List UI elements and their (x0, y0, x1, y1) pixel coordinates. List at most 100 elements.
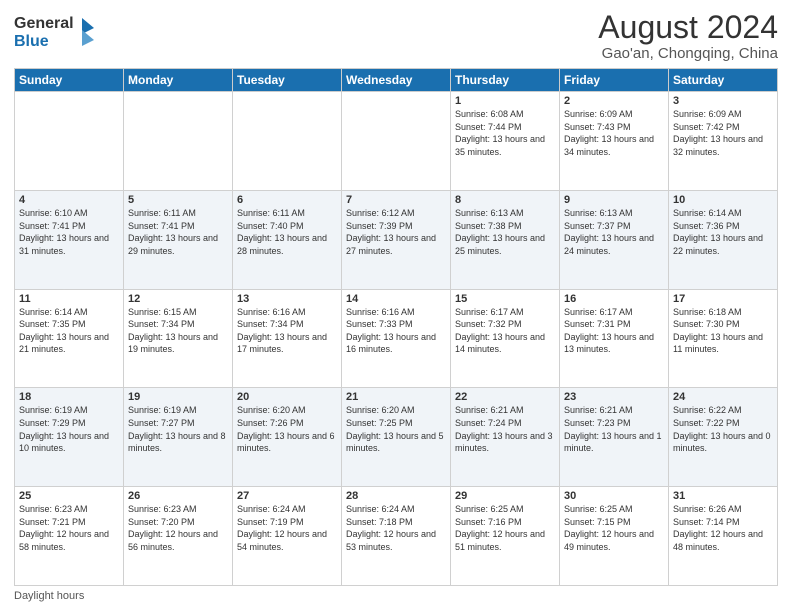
calendar-cell: 25Sunrise: 6:23 AMSunset: 7:21 PMDayligh… (15, 487, 124, 586)
calendar-cell: 6Sunrise: 6:11 AMSunset: 7:40 PMDaylight… (233, 190, 342, 289)
day-number: 9 (564, 194, 664, 206)
logo-area: GeneralBlue (14, 10, 104, 52)
day-number: 31 (673, 490, 773, 502)
day-number: 22 (455, 391, 555, 403)
calendar-cell: 30Sunrise: 6:25 AMSunset: 7:15 PMDayligh… (560, 487, 669, 586)
subtitle: Gao'an, Chongqing, China (598, 45, 778, 62)
day-info: Sunrise: 6:23 AMSunset: 7:20 PMDaylight:… (128, 503, 228, 553)
day-info: Sunrise: 6:11 AMSunset: 7:41 PMDaylight:… (128, 207, 228, 257)
calendar-cell (15, 92, 124, 191)
footer: Daylight hours (14, 590, 778, 602)
day-info: Sunrise: 6:08 AMSunset: 7:44 PMDaylight:… (455, 108, 555, 158)
day-info: Sunrise: 6:09 AMSunset: 7:42 PMDaylight:… (673, 108, 773, 158)
calendar-cell: 1Sunrise: 6:08 AMSunset: 7:44 PMDaylight… (451, 92, 560, 191)
calendar-cell: 23Sunrise: 6:21 AMSunset: 7:23 PMDayligh… (560, 388, 669, 487)
col-header-tuesday: Tuesday (233, 69, 342, 92)
day-number: 29 (455, 490, 555, 502)
day-info: Sunrise: 6:19 AMSunset: 7:29 PMDaylight:… (19, 404, 119, 454)
day-info: Sunrise: 6:14 AMSunset: 7:35 PMDaylight:… (19, 306, 119, 356)
calendar-cell: 31Sunrise: 6:26 AMSunset: 7:14 PMDayligh… (669, 487, 778, 586)
day-info: Sunrise: 6:25 AMSunset: 7:15 PMDaylight:… (564, 503, 664, 553)
day-info: Sunrise: 6:14 AMSunset: 7:36 PMDaylight:… (673, 207, 773, 257)
day-number: 4 (19, 194, 119, 206)
calendar-cell: 7Sunrise: 6:12 AMSunset: 7:39 PMDaylight… (342, 190, 451, 289)
day-number: 8 (455, 194, 555, 206)
calendar-cell: 28Sunrise: 6:24 AMSunset: 7:18 PMDayligh… (342, 487, 451, 586)
col-header-wednesday: Wednesday (342, 69, 451, 92)
day-number: 25 (19, 490, 119, 502)
day-info: Sunrise: 6:13 AMSunset: 7:37 PMDaylight:… (564, 207, 664, 257)
day-info: Sunrise: 6:21 AMSunset: 7:23 PMDaylight:… (564, 404, 664, 454)
calendar-week-5: 25Sunrise: 6:23 AMSunset: 7:21 PMDayligh… (15, 487, 778, 586)
calendar-cell: 2Sunrise: 6:09 AMSunset: 7:43 PMDaylight… (560, 92, 669, 191)
calendar-cell: 8Sunrise: 6:13 AMSunset: 7:38 PMDaylight… (451, 190, 560, 289)
col-header-monday: Monday (124, 69, 233, 92)
day-number: 27 (237, 490, 337, 502)
calendar-cell: 10Sunrise: 6:14 AMSunset: 7:36 PMDayligh… (669, 190, 778, 289)
calendar-cell: 20Sunrise: 6:20 AMSunset: 7:26 PMDayligh… (233, 388, 342, 487)
calendar-header-row: SundayMondayTuesdayWednesdayThursdayFrid… (15, 69, 778, 92)
day-number: 15 (455, 293, 555, 305)
calendar-cell: 27Sunrise: 6:24 AMSunset: 7:19 PMDayligh… (233, 487, 342, 586)
calendar-cell: 3Sunrise: 6:09 AMSunset: 7:42 PMDaylight… (669, 92, 778, 191)
col-header-saturday: Saturday (669, 69, 778, 92)
day-info: Sunrise: 6:26 AMSunset: 7:14 PMDaylight:… (673, 503, 773, 553)
day-number: 14 (346, 293, 446, 305)
calendar-cell (342, 92, 451, 191)
day-number: 23 (564, 391, 664, 403)
day-number: 18 (19, 391, 119, 403)
calendar-cell: 9Sunrise: 6:13 AMSunset: 7:37 PMDaylight… (560, 190, 669, 289)
calendar-cell: 21Sunrise: 6:20 AMSunset: 7:25 PMDayligh… (342, 388, 451, 487)
day-number: 13 (237, 293, 337, 305)
day-info: Sunrise: 6:16 AMSunset: 7:33 PMDaylight:… (346, 306, 446, 356)
col-header-sunday: Sunday (15, 69, 124, 92)
day-number: 20 (237, 391, 337, 403)
day-info: Sunrise: 6:16 AMSunset: 7:34 PMDaylight:… (237, 306, 337, 356)
day-number: 7 (346, 194, 446, 206)
calendar-cell: 18Sunrise: 6:19 AMSunset: 7:29 PMDayligh… (15, 388, 124, 487)
logo-svg: GeneralBlue (14, 10, 104, 52)
day-info: Sunrise: 6:13 AMSunset: 7:38 PMDaylight:… (455, 207, 555, 257)
footer-label: Daylight hours (14, 590, 84, 602)
calendar-week-4: 18Sunrise: 6:19 AMSunset: 7:29 PMDayligh… (15, 388, 778, 487)
day-number: 11 (19, 293, 119, 305)
calendar-cell: 5Sunrise: 6:11 AMSunset: 7:41 PMDaylight… (124, 190, 233, 289)
day-number: 3 (673, 95, 773, 107)
day-info: Sunrise: 6:22 AMSunset: 7:22 PMDaylight:… (673, 404, 773, 454)
day-info: Sunrise: 6:19 AMSunset: 7:27 PMDaylight:… (128, 404, 228, 454)
day-number: 6 (237, 194, 337, 206)
day-info: Sunrise: 6:20 AMSunset: 7:25 PMDaylight:… (346, 404, 446, 454)
calendar-cell: 26Sunrise: 6:23 AMSunset: 7:20 PMDayligh… (124, 487, 233, 586)
day-info: Sunrise: 6:17 AMSunset: 7:31 PMDaylight:… (564, 306, 664, 356)
day-number: 12 (128, 293, 228, 305)
day-info: Sunrise: 6:25 AMSunset: 7:16 PMDaylight:… (455, 503, 555, 553)
calendar-week-2: 4Sunrise: 6:10 AMSunset: 7:41 PMDaylight… (15, 190, 778, 289)
calendar-cell (233, 92, 342, 191)
day-number: 24 (673, 391, 773, 403)
day-number: 21 (346, 391, 446, 403)
day-info: Sunrise: 6:18 AMSunset: 7:30 PMDaylight:… (673, 306, 773, 356)
calendar-week-1: 1Sunrise: 6:08 AMSunset: 7:44 PMDaylight… (15, 92, 778, 191)
calendar-cell: 22Sunrise: 6:21 AMSunset: 7:24 PMDayligh… (451, 388, 560, 487)
calendar-cell: 11Sunrise: 6:14 AMSunset: 7:35 PMDayligh… (15, 289, 124, 388)
calendar-cell: 29Sunrise: 6:25 AMSunset: 7:16 PMDayligh… (451, 487, 560, 586)
day-number: 30 (564, 490, 664, 502)
calendar-cell: 12Sunrise: 6:15 AMSunset: 7:34 PMDayligh… (124, 289, 233, 388)
calendar-cell: 4Sunrise: 6:10 AMSunset: 7:41 PMDaylight… (15, 190, 124, 289)
col-header-friday: Friday (560, 69, 669, 92)
day-info: Sunrise: 6:10 AMSunset: 7:41 PMDaylight:… (19, 207, 119, 257)
day-number: 26 (128, 490, 228, 502)
day-info: Sunrise: 6:24 AMSunset: 7:19 PMDaylight:… (237, 503, 337, 553)
calendar-week-3: 11Sunrise: 6:14 AMSunset: 7:35 PMDayligh… (15, 289, 778, 388)
svg-text:General: General (14, 15, 74, 32)
day-info: Sunrise: 6:15 AMSunset: 7:34 PMDaylight:… (128, 306, 228, 356)
calendar-cell: 14Sunrise: 6:16 AMSunset: 7:33 PMDayligh… (342, 289, 451, 388)
day-number: 10 (673, 194, 773, 206)
svg-text:Blue: Blue (14, 33, 49, 50)
calendar-table: SundayMondayTuesdayWednesdayThursdayFrid… (14, 68, 778, 586)
day-number: 2 (564, 95, 664, 107)
day-number: 28 (346, 490, 446, 502)
day-info: Sunrise: 6:21 AMSunset: 7:24 PMDaylight:… (455, 404, 555, 454)
day-info: Sunrise: 6:20 AMSunset: 7:26 PMDaylight:… (237, 404, 337, 454)
col-header-thursday: Thursday (451, 69, 560, 92)
